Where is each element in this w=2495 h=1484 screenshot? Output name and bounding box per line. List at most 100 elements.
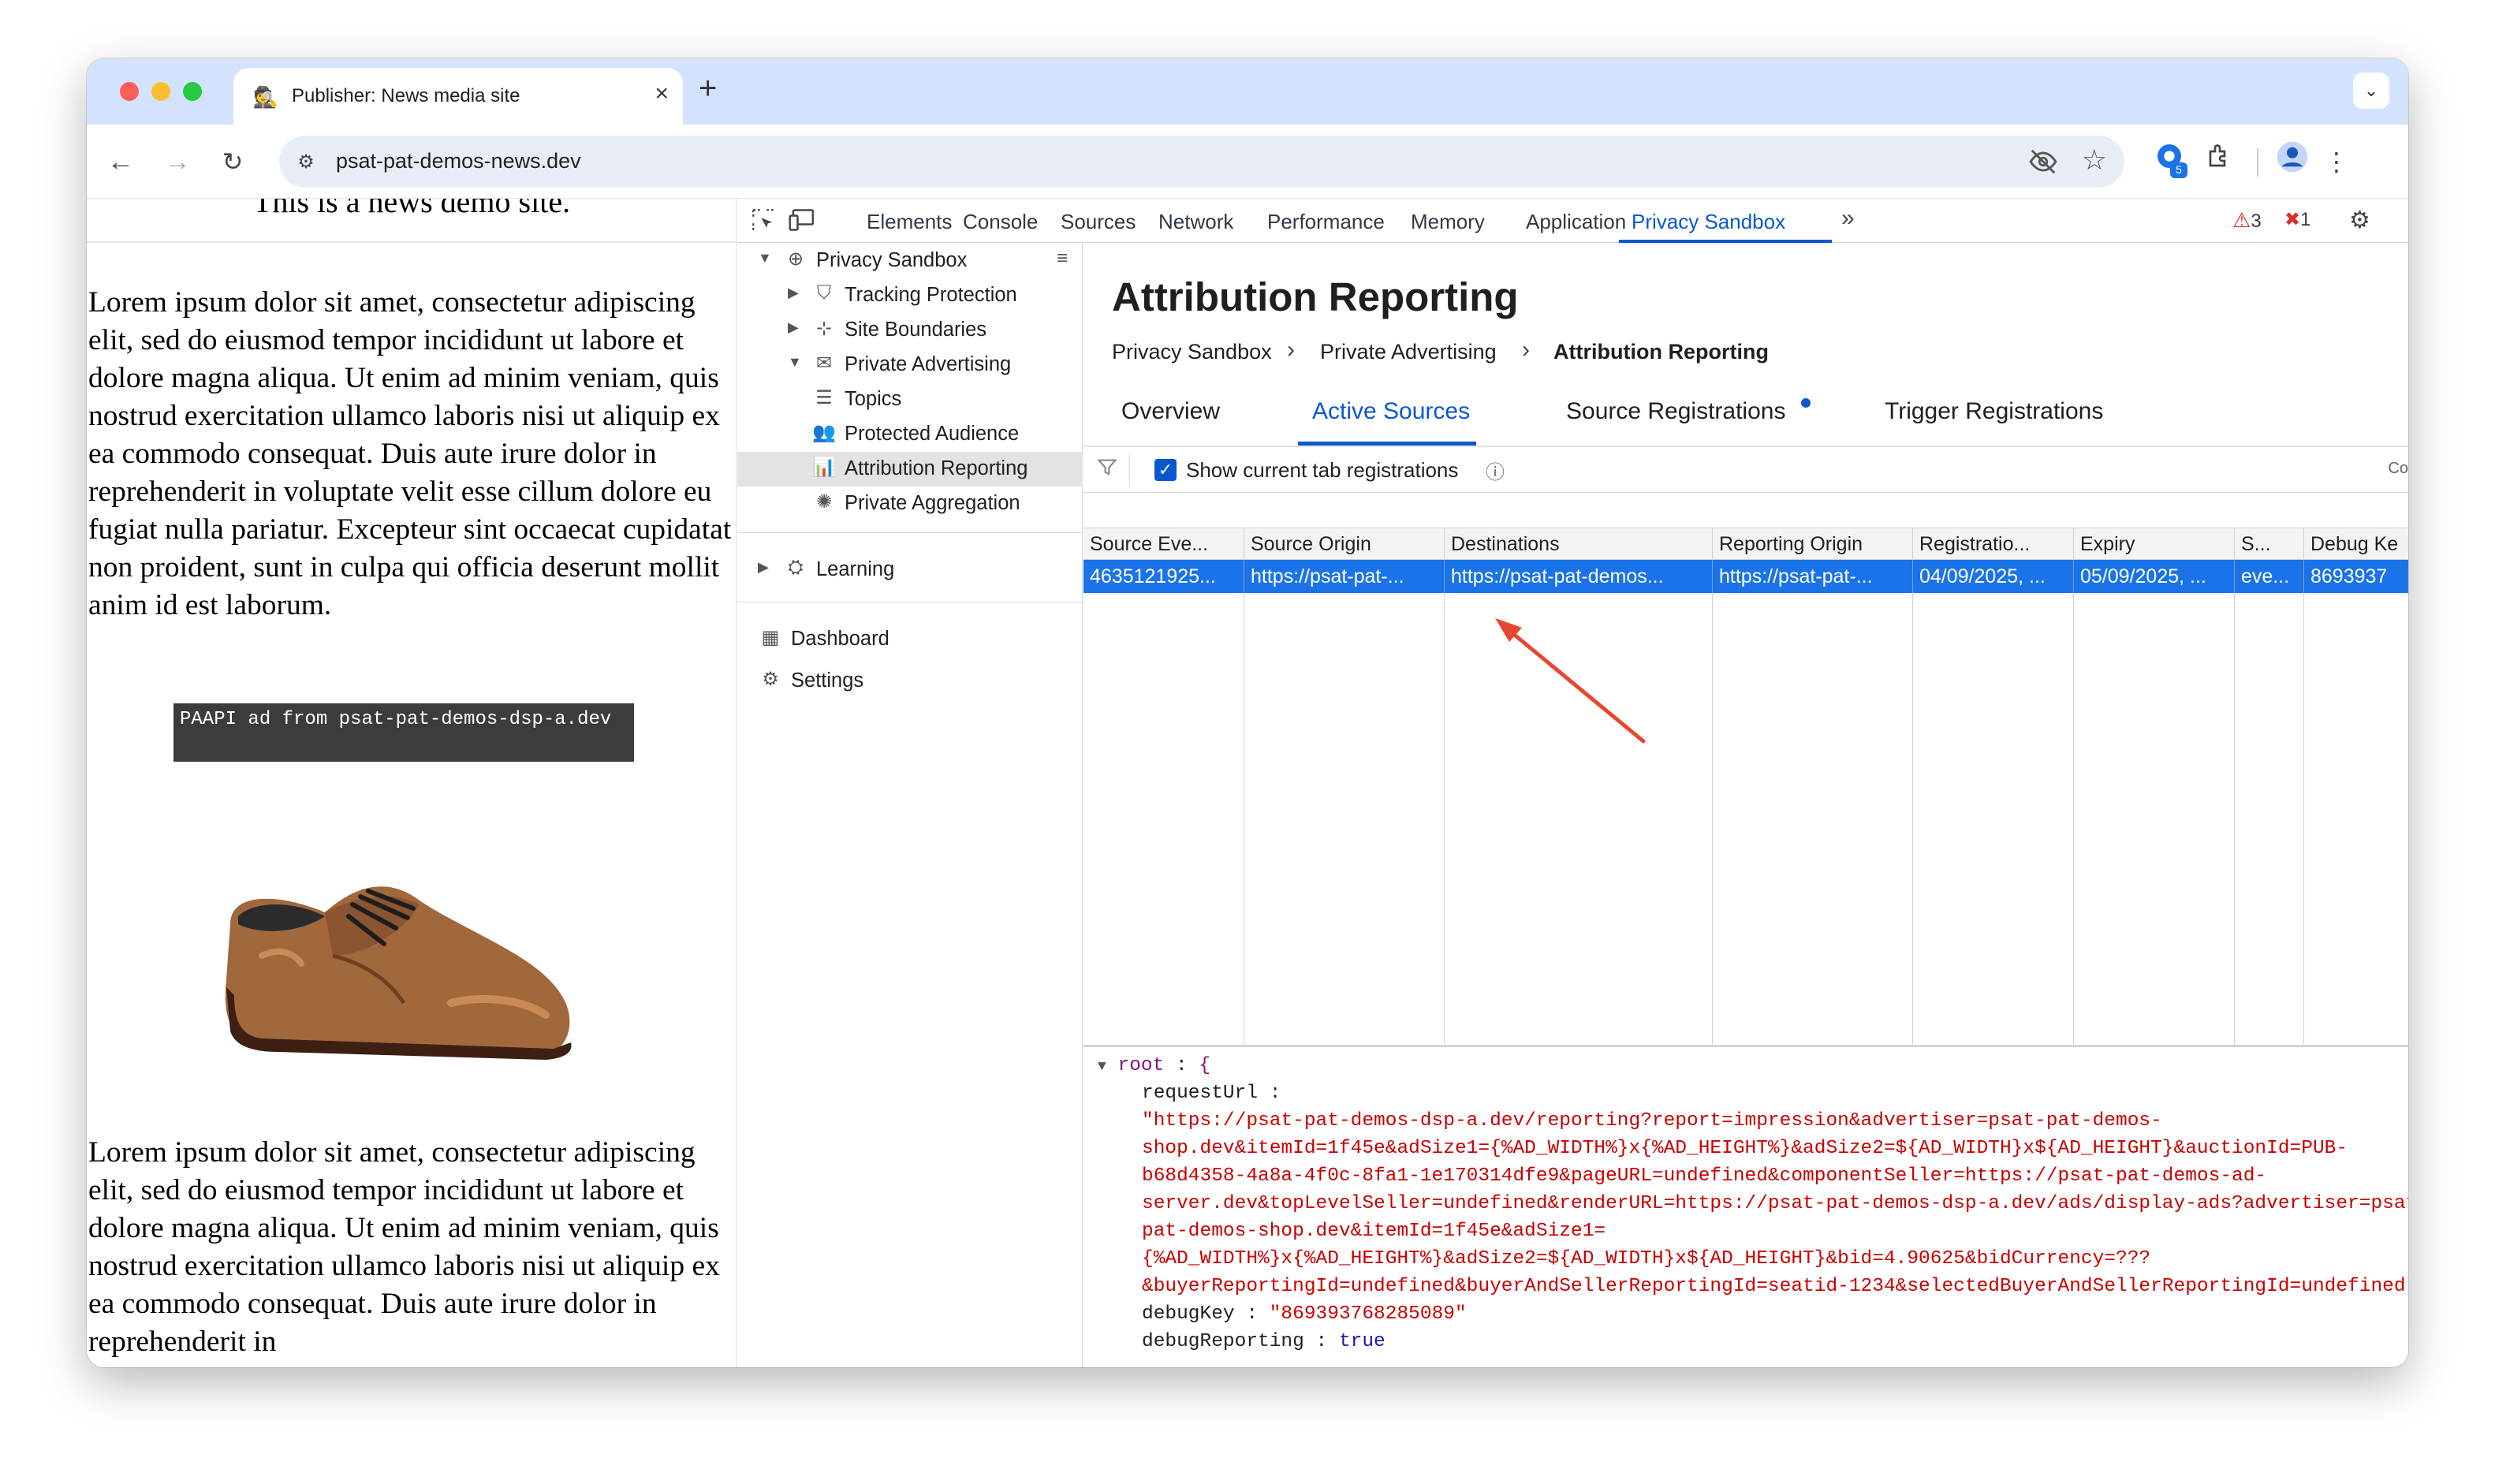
error-icon[interactable]: ✖1 <box>2284 208 2310 231</box>
checkbox-label: Show current tab registrations <box>1186 458 1459 482</box>
sidebar-label: Attribution Reporting <box>845 457 1028 479</box>
devtools-menu-icon[interactable]: ⋮ <box>2398 207 2408 234</box>
tab-application[interactable]: Application <box>1526 210 1626 234</box>
sidebar-item-private-aggregation[interactable]: ✺ Private Aggregation <box>737 487 1083 521</box>
collapse-sidebar-icon[interactable]: ≡ <box>1050 248 1075 270</box>
table-cell[interactable]: https://psat-pat-... <box>1713 560 1913 593</box>
warning-icon[interactable]: ⚠3 <box>2232 208 2262 233</box>
json-string-line: b68d4358-4a8a-4f0c-8fa1-1e170314dfe9&pag… <box>1142 1165 2267 1187</box>
table-cell[interactable]: 8693937 <box>2304 560 2408 593</box>
address-bar[interactable]: ⚙ psat-pat-demos-news.dev ☆ <box>279 136 2124 188</box>
expand-right-icon[interactable]: ▶ <box>758 559 769 576</box>
minimize-window-button[interactable] <box>151 82 170 101</box>
sidebar-item-settings[interactable]: ⚙ Settings <box>737 664 1083 699</box>
zoom-window-button[interactable] <box>183 82 202 101</box>
tab-sources[interactable]: Sources <box>1061 210 1136 234</box>
column-divider <box>2074 593 2235 1046</box>
forward-arrow-icon[interactable]: → <box>159 144 196 180</box>
breadcrumb-private-advertising[interactable]: Private Advertising <box>1320 340 1497 364</box>
back-arrow-icon[interactable]: ← <box>103 144 139 180</box>
sidebar-item-topics[interactable]: ☰ Topics <box>737 382 1083 417</box>
extension-badge-icon[interactable]: 5 <box>2148 140 2191 183</box>
close-tab-icon[interactable]: × <box>655 80 669 107</box>
sidebar-item-dashboard[interactable]: ▦ Dashboard <box>737 622 1083 657</box>
browser-tab[interactable]: 🕵 Publisher: News media site × <box>233 68 683 125</box>
device-toolbar-icon[interactable] <box>788 207 816 240</box>
json-root-line[interactable]: ▼ root : { <box>1098 1052 1210 1081</box>
new-tab-icon[interactable]: + <box>699 71 717 106</box>
sidebar-item-protected-audience[interactable]: 👥 Protected Audience <box>737 417 1083 452</box>
tab-network[interactable]: Network <box>1158 210 1233 234</box>
tab-performance[interactable]: Performance <box>1267 210 1385 234</box>
inspect-element-icon[interactable] <box>750 207 777 240</box>
breadcrumb-privacy-sandbox[interactable]: Privacy Sandbox <box>1112 340 1272 364</box>
privacy-sandbox-sidebar: ▼ ⊕ Privacy Sandbox ≡ ▶ ⛉ Tracking Prote… <box>737 244 1083 1367</box>
sidebar-divider <box>737 532 1083 533</box>
expand-down-icon[interactable]: ▼ <box>758 250 772 267</box>
tab-overview[interactable]: Overview <box>1121 398 1220 425</box>
reload-icon[interactable]: ↻ <box>214 144 251 180</box>
ad-envelope-icon: ✉ <box>815 352 833 374</box>
collapse-triangle-icon[interactable]: ▼ <box>1098 1059 1106 1075</box>
eye-slash-icon[interactable] <box>2028 147 2058 182</box>
sidebar-label: Dashboard <box>791 628 889 650</box>
devtools-panel: Elements Console Sources Network Perform… <box>737 199 2408 1367</box>
expand-down-icon[interactable]: ▼ <box>788 354 802 371</box>
table-cell[interactable]: https://psat-pat-demos... <box>1445 560 1713 593</box>
sidebar-label: Topics <box>845 388 902 410</box>
sidebar-item-attribution-reporting[interactable]: 📊 Attribution Reporting <box>737 452 1083 487</box>
column-header[interactable]: S... <box>2235 528 2304 560</box>
sidebar-label: Site Boundaries <box>845 319 987 341</box>
filter-toolbar: ✓ Show current tab registrations ⓘ Co <box>1083 447 2408 493</box>
filter-funnel-icon[interactable] <box>1096 457 1118 484</box>
sidebar-item-private-advertising[interactable]: ▼ ✉ Private Advertising <box>737 348 1083 382</box>
json-detail-view: ▼ root : { requestUrl : "https://psat-pa… <box>1083 1045 2408 1367</box>
sidebar-item-learning[interactable]: ▶ ⛭ Learning <box>737 553 1083 587</box>
tab-elements[interactable]: Elements <box>867 210 952 234</box>
tab-memory[interactable]: Memory <box>1411 210 1485 234</box>
column-header[interactable]: Reporting Origin <box>1713 528 1913 560</box>
extension-badge-count: 5 <box>2170 162 2187 178</box>
column-divider <box>1244 593 1445 1046</box>
tab-active-sources[interactable]: Active Sources <box>1312 398 1470 425</box>
sidebar-item-privacy-sandbox[interactable]: ▼ ⊕ Privacy Sandbox ≡ <box>737 244 1083 278</box>
table-cell[interactable]: https://psat-pat-... <box>1244 560 1445 593</box>
kebab-menu-icon[interactable]: ⋮ <box>2315 140 2358 183</box>
column-header[interactable]: Expiry <box>2074 528 2235 560</box>
tab-trigger-registrations[interactable]: Trigger Registrations <box>1885 398 2103 425</box>
url-text[interactable]: psat-pat-demos-news.dev <box>336 149 581 173</box>
table-cell[interactable]: 04/09/2025, ... <box>1913 560 2074 593</box>
profile-avatar-icon[interactable] <box>2271 140 2314 183</box>
table-cell[interactable]: 4635121925... <box>1083 560 1244 593</box>
json-string-line: &buyerReportingId=undefined&buyerAndSell… <box>1142 1276 2408 1297</box>
close-window-button[interactable] <box>120 82 139 101</box>
settings-gear-icon[interactable]: ⚙ <box>2349 207 2370 234</box>
warnings-count: 3 <box>2251 211 2262 232</box>
table-cell[interactable]: 05/09/2025, ... <box>2074 560 2235 593</box>
json-value-debug-key: "869393768285089" <box>1269 1303 1467 1325</box>
tab-privacy-sandbox[interactable]: Privacy Sandbox <box>1632 210 1785 234</box>
info-circle-icon[interactable]: ⓘ <box>1486 457 1505 484</box>
show-current-tab-checkbox[interactable]: ✓ <box>1154 459 1177 481</box>
bookmark-star-icon[interactable]: ☆ <box>2082 144 2107 177</box>
tab-console[interactable]: Console <box>963 210 1038 234</box>
column-header[interactable]: Source Origin <box>1244 528 1445 560</box>
column-header[interactable]: Debug Ke <box>2304 528 2408 560</box>
extensions-puzzle-icon[interactable] <box>2199 140 2241 183</box>
attribution-reporting-panel: Attribution Reporting Privacy Sandbox › … <box>1083 244 2408 1367</box>
expand-right-icon[interactable]: ▶ <box>788 285 799 301</box>
expand-right-icon[interactable]: ▶ <box>788 319 799 336</box>
site-boundaries-icon: ⊹ <box>815 318 833 339</box>
column-header[interactable]: Registratio... <box>1913 528 2074 560</box>
breadcrumb-attribution-reporting: Attribution Reporting <box>1553 340 1769 364</box>
table-cell[interactable]: eve... <box>2235 560 2304 593</box>
column-header[interactable]: Source Eve... <box>1083 528 1244 560</box>
ad-frame[interactable]: PAAPI ad from psat-pat-demos-dsp-a.dev <box>167 703 637 1093</box>
site-settings-icon[interactable]: ⚙ <box>290 147 322 178</box>
tab-search-chevron-icon[interactable]: ⌄ <box>2353 73 2389 109</box>
tab-source-registrations[interactable]: Source Registrations <box>1566 398 1785 425</box>
column-header[interactable]: Destinations <box>1445 528 1713 560</box>
sidebar-item-site-boundaries[interactable]: ▶ ⊹ Site Boundaries <box>737 313 1083 348</box>
sidebar-item-tracking-protection[interactable]: ▶ ⛉ Tracking Protection <box>737 278 1083 313</box>
more-tabs-chevron-icon[interactable]: » <box>1841 205 1855 232</box>
